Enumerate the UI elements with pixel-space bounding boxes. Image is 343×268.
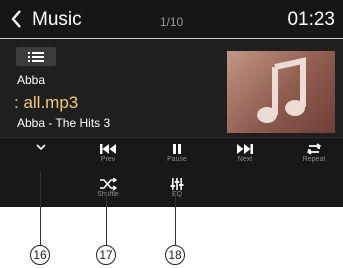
next-button[interactable]: Next — [225, 143, 265, 163]
callout-16: 16 — [30, 245, 50, 265]
music-screen: Music 1/10 01:23 Abba : all.mp3 Abba - T… — [0, 0, 343, 207]
eq-icon — [170, 178, 184, 190]
prev-icon — [100, 144, 116, 154]
repeat-label: Repeat — [302, 156, 326, 163]
shuffle-button[interactable]: Shuffle — [88, 178, 128, 198]
clock: 01:23 — [287, 9, 335, 30]
callout-18: 18 — [165, 245, 185, 265]
pause-label: Pause — [167, 156, 187, 163]
shuffle-icon — [100, 178, 117, 190]
prev-label: Prev — [100, 156, 116, 163]
control-bar: Prev Pause Next Repeat Shuffle EQ — [0, 137, 343, 207]
song-title: : all.mp3 — [14, 93, 79, 112]
next-icon — [237, 144, 253, 154]
prev-button[interactable]: Prev — [88, 143, 128, 163]
eq-button[interactable]: EQ — [157, 178, 197, 198]
repeat-button[interactable]: Repeat — [294, 143, 334, 163]
callout-line-17 — [106, 193, 107, 247]
callout-line-16 — [40, 171, 41, 247]
shuffle-label: Shuffle — [97, 191, 119, 198]
callout-17: 17 — [96, 245, 116, 265]
header-divider — [0, 38, 343, 39]
artist-name: Abba — [17, 73, 46, 87]
collapse-button[interactable] — [30, 142, 52, 152]
callout-line-18 — [175, 193, 176, 247]
top-bar: Music 1/10 01:23 — [0, 0, 343, 38]
playlist-icon — [28, 52, 44, 62]
album-art-icon — [257, 57, 306, 123]
pause-button[interactable]: Pause — [157, 143, 197, 163]
eq-label: EQ — [171, 191, 183, 198]
repeat-icon — [306, 143, 322, 155]
playlist-button[interactable] — [16, 47, 56, 66]
album-name: Abba - The Hits 3 — [17, 116, 111, 130]
next-label: Next — [237, 156, 253, 163]
album-art — [227, 51, 335, 133]
collapse-icon — [36, 144, 46, 151]
pause-icon — [173, 144, 181, 154]
